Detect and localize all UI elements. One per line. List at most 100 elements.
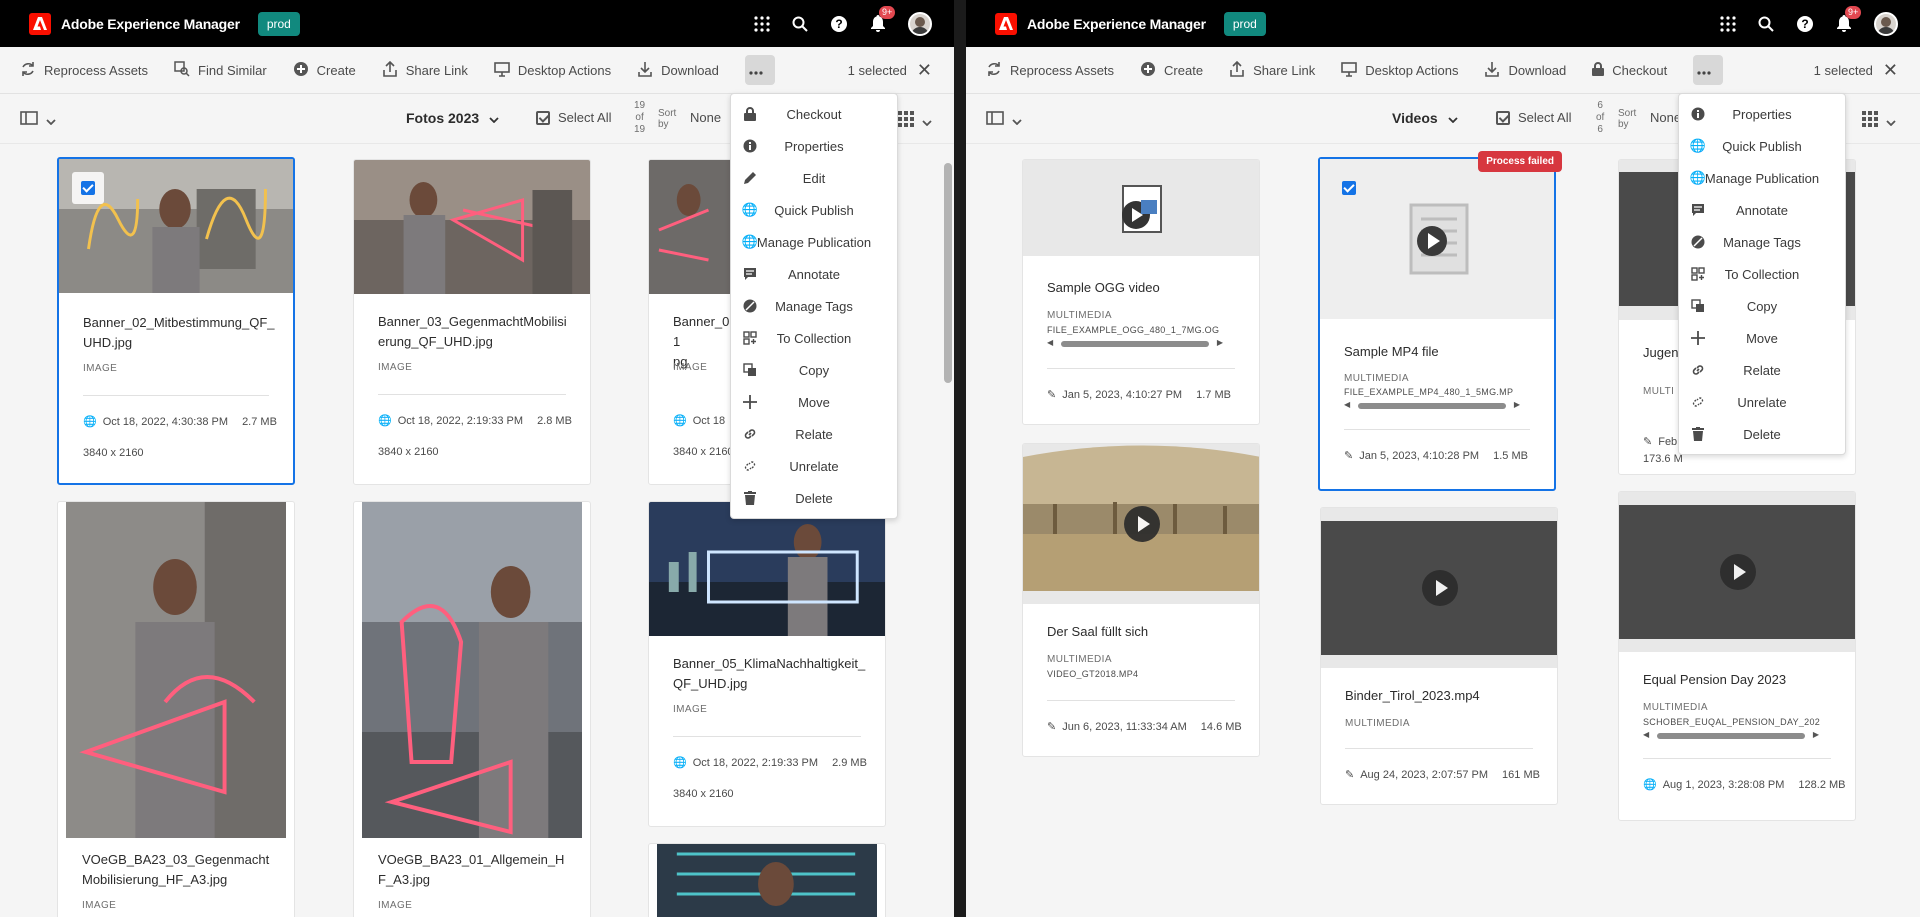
menu-item-move[interactable]: Move: [731, 386, 897, 418]
close-selection-icon[interactable]: ✕: [1883, 60, 1898, 81]
sort-value[interactable]: None: [1650, 110, 1681, 125]
desktop-actions-button[interactable]: Desktop Actions: [494, 47, 611, 94]
asset-card[interactable]: Binder_Tirol_2023.mp4 MULTIMEDIA ✎ Aug 24…: [1320, 507, 1558, 805]
asset-card[interactable]: Banner_02_Mitbestimmung_QF_UHD.jpg IMAGE…: [57, 157, 295, 485]
menu-item-quick-publish[interactable]: 🌐 Quick Publish: [731, 194, 897, 226]
find-similar-button[interactable]: Find Similar: [174, 47, 267, 94]
reprocess-assets-button[interactable]: Reprocess Assets: [20, 47, 148, 94]
asset-title: Sample MP4 file: [1344, 344, 1439, 359]
menu-item-to-collection[interactable]: To Collection: [1679, 258, 1845, 290]
menu-item-checkout[interactable]: Checkout: [731, 98, 897, 130]
menu-item-properties[interactable]: Properties: [731, 130, 897, 162]
more-actions-button[interactable]: [1693, 55, 1724, 85]
reprocess-assets-button[interactable]: Reprocess Assets: [986, 47, 1114, 94]
notifications-bell-icon[interactable]: 9+: [1836, 6, 1862, 32]
apps-grid-icon[interactable]: [1720, 15, 1736, 32]
create-button[interactable]: Create: [293, 47, 356, 94]
select-all-button[interactable]: Select All: [1496, 110, 1571, 125]
help-icon[interactable]: ?: [830, 15, 848, 33]
menu-item-move[interactable]: Move: [1679, 322, 1845, 354]
select-all-button[interactable]: Select All: [536, 110, 611, 125]
left-window: Adobe Experience Manager prod ? 9+ Repro…: [0, 0, 954, 917]
sort-by-label: Sort by: [1618, 108, 1637, 130]
user-avatar[interactable]: [1874, 11, 1898, 36]
menu-item-delete[interactable]: Delete: [731, 482, 897, 514]
menu-item-manage-tags[interactable]: Manage Tags: [731, 290, 897, 322]
asset-card[interactable]: VOeGB_BA23_03_Gegenmacht Mobilisierung_H…: [57, 501, 295, 917]
asset-card[interactable]: Banner_03_GegenmachtMobilisierung_QF_UHD…: [353, 159, 591, 485]
desktop-icon: [494, 61, 518, 80]
asset-card[interactable]: Der Saal füllt sich MULTIMEDIA VIDEO_GT2…: [1022, 443, 1260, 757]
asset-type: MULTIMEDIA: [1643, 702, 1708, 713]
vertical-scrollbar[interactable]: [944, 163, 952, 383]
asset-type: MULTIMEDIA: [1344, 373, 1409, 384]
view-switcher[interactable]: [898, 111, 932, 132]
rail-toggle-button[interactable]: [986, 111, 1022, 130]
asset-card[interactable]: Sample OGG video MULTIMEDIA FILE_EXAMPLE…: [1022, 159, 1260, 425]
asset-card[interactable]: VOeGB_BA23_01_Allgemein_HF_A3.jpg IMAGE: [353, 501, 591, 917]
grid-view-icon: [898, 111, 914, 132]
menu-item-quick-publish[interactable]: 🌐 Quick Publish: [1679, 130, 1845, 162]
search-icon[interactable]: [1758, 16, 1774, 32]
folder-title[interactable]: Fotos 2023: [406, 110, 499, 126]
notifications-bell-icon[interactable]: 9+: [870, 6, 896, 32]
menu-item-manage-publication[interactable]: 🌐 Manage Publication: [731, 226, 897, 258]
menu-item-manage-tags[interactable]: Manage Tags: [1679, 226, 1845, 258]
app-title[interactable]: Adobe Experience Manager: [61, 16, 240, 32]
asset-meta: 🌐 Oct 18, 2022, 4:30:38 PM 2.7 MB: [83, 415, 277, 429]
adobe-logo[interactable]: [995, 12, 1017, 35]
view-switcher[interactable]: [1862, 111, 1896, 132]
more-actions-button[interactable]: [744, 55, 775, 85]
divider: [1047, 368, 1235, 369]
menu-item-copy[interactable]: Copy: [1679, 290, 1845, 322]
download-button[interactable]: Download: [1484, 47, 1566, 94]
app-title[interactable]: Adobe Experience Manager: [1027, 16, 1206, 32]
filename-scrollbar[interactable]: ◀ ▶: [1643, 730, 1819, 740]
desktop-actions-button[interactable]: Desktop Actions: [1341, 47, 1458, 94]
filename-scrollbar[interactable]: ◀ ▶: [1047, 338, 1223, 348]
close-selection-icon[interactable]: ✕: [917, 60, 932, 81]
share-link-button[interactable]: Share Link: [1229, 47, 1315, 94]
menu-item-delete[interactable]: Delete: [1679, 418, 1845, 450]
menu-item-to-collection[interactable]: To Collection: [731, 322, 897, 354]
asset-card[interactable]: Equal Pension Day 2023 MULTIMEDIA SCHOBE…: [1618, 491, 1856, 821]
sort-value[interactable]: None: [690, 110, 721, 125]
menu-item-edit[interactable]: Edit: [731, 162, 897, 194]
item-count: 19 of 19: [634, 100, 646, 135]
select-checkbox[interactable]: [1333, 172, 1365, 204]
asset-card[interactable]: [648, 843, 886, 917]
help-icon[interactable]: ?: [1796, 15, 1814, 33]
create-button[interactable]: Create: [1140, 47, 1203, 94]
menu-item-annotate[interactable]: Annotate: [1679, 194, 1845, 226]
menu-item-properties[interactable]: Properties: [1679, 98, 1845, 130]
asset-title: Banner_02_Mitbestimmung_QF_UHD.jpg: [83, 315, 275, 350]
checkout-button[interactable]: Checkout: [1592, 47, 1667, 94]
menu-item-copy[interactable]: Copy: [731, 354, 897, 386]
select-checkbox[interactable]: [72, 172, 104, 204]
menu-item-manage-publication[interactable]: 🌐 Manage Publication: [1679, 162, 1845, 194]
chevron-down-icon: [1012, 112, 1022, 130]
filename-scrollbar[interactable]: ◀ ▶: [1344, 400, 1520, 410]
unlink-icon: [1691, 395, 1705, 409]
download-button[interactable]: Download: [637, 47, 719, 94]
menu-item-annotate[interactable]: Annotate: [731, 258, 897, 290]
search-icon[interactable]: [792, 16, 808, 32]
divider: [1344, 429, 1530, 430]
asset-meta: ✎ Jan 5, 2023, 4:10:27 PM 1.7 MB: [1047, 388, 1231, 402]
rail-toggle-button[interactable]: [20, 111, 56, 130]
notification-count: 9+: [1845, 6, 1862, 19]
play-icon: [1124, 506, 1160, 542]
apps-grid-icon[interactable]: [754, 15, 770, 32]
menu-item-relate[interactable]: Relate: [1679, 354, 1845, 386]
folder-title[interactable]: Videos: [1392, 110, 1458, 126]
adobe-logo[interactable]: [29, 12, 51, 35]
menu-item-unrelate[interactable]: Unrelate: [731, 450, 897, 482]
asset-card[interactable]: Banner_05_KlimaNachhaltigkeit_QF_UHD.jpg…: [648, 501, 886, 827]
share-link-button[interactable]: Share Link: [382, 47, 468, 94]
play-icon: [1720, 554, 1756, 590]
menu-item-unrelate[interactable]: Unrelate: [1679, 386, 1845, 418]
menu-item-relate[interactable]: Relate: [731, 418, 897, 450]
user-avatar[interactable]: [908, 11, 932, 36]
pencil-icon: ✎: [1345, 769, 1355, 781]
asset-card[interactable]: Process failed Sample MP4 file MULTIMEDI…: [1318, 151, 1562, 491]
